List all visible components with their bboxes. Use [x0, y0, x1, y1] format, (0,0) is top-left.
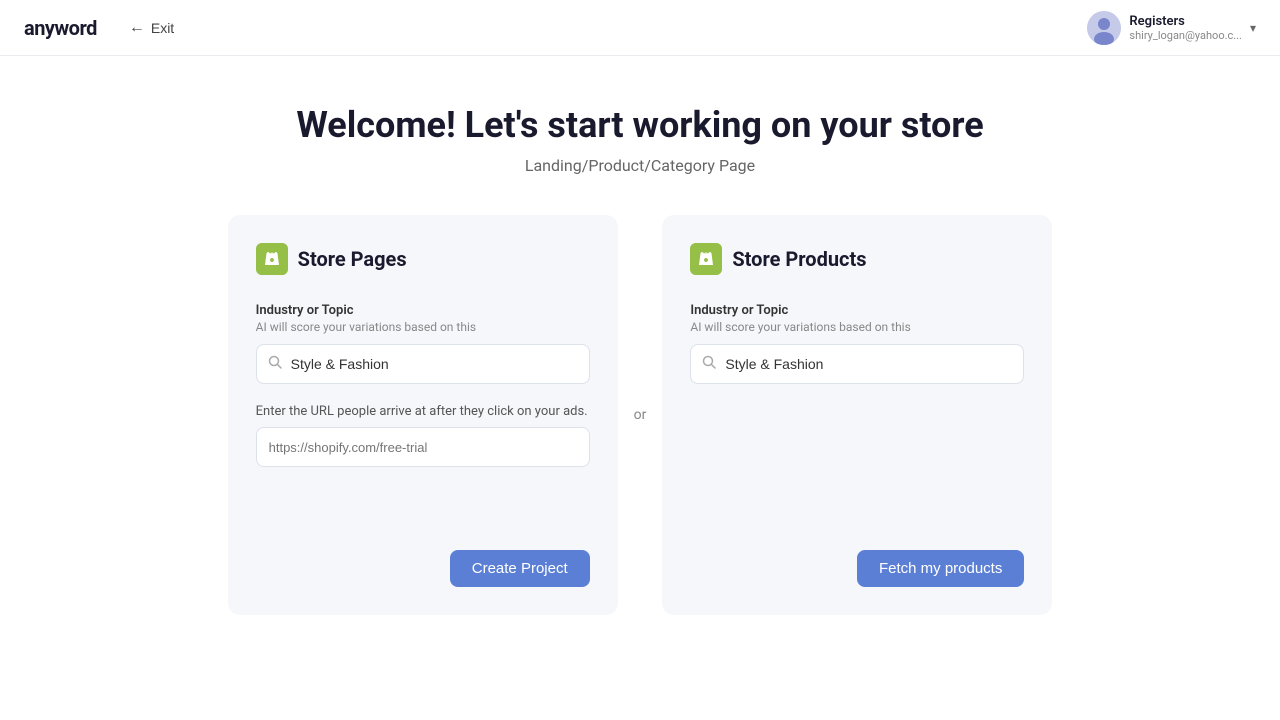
header: anyword ← Exit Registers shiry_logan@yah…: [0, 0, 1280, 56]
store-pages-card-header: Store Pages: [256, 243, 590, 275]
user-name: Registers: [1129, 14, 1242, 29]
industry-field-products: Industry or Topic AI will score your var…: [690, 303, 1024, 404]
url-input[interactable]: [256, 427, 590, 467]
store-products-title: Store Products: [732, 247, 866, 271]
search-icon-products: [702, 355, 716, 373]
shopify-pages-icon: [256, 243, 288, 275]
avatar: [1087, 11, 1121, 45]
industry-input-wrapper-products: [690, 344, 1024, 384]
industry-input-products[interactable]: [690, 344, 1024, 384]
industry-input-wrapper-pages: [256, 344, 590, 384]
or-divider: or: [618, 407, 663, 423]
fetch-products-button[interactable]: Fetch my products: [857, 550, 1024, 587]
user-email: shiry_logan@yahoo.c...: [1129, 29, 1242, 42]
url-field: Enter the URL people arrive at after the…: [256, 404, 590, 467]
shopify-products-icon: [690, 243, 722, 275]
store-pages-card: Store Pages Industry or Topic AI will sc…: [228, 215, 618, 615]
store-products-card: Store Products Industry or Topic AI will…: [662, 215, 1052, 615]
user-info: Registers shiry_logan@yahoo.c...: [1129, 14, 1242, 42]
page-subtitle: Landing/Product/Category Page: [525, 156, 755, 175]
store-products-footer: Fetch my products: [690, 530, 1024, 587]
industry-input-pages[interactable]: [256, 344, 590, 384]
industry-hint-pages: AI will score your variations based on t…: [256, 320, 590, 334]
exit-label: Exit: [151, 20, 174, 36]
header-left: anyword ← Exit: [24, 15, 182, 41]
logo: anyword: [24, 16, 97, 40]
search-icon-pages: [268, 355, 282, 373]
page-title: Welcome! Let's start working on your sto…: [296, 104, 983, 146]
industry-label-products: Industry or Topic: [690, 303, 1024, 318]
main-content: Welcome! Let's start working on your sto…: [0, 56, 1280, 639]
user-menu[interactable]: Registers shiry_logan@yahoo.c... ▾: [1087, 11, 1256, 45]
industry-hint-products: AI will score your variations based on t…: [690, 320, 1024, 334]
exit-button[interactable]: ← Exit: [121, 15, 182, 41]
create-project-button[interactable]: Create Project: [450, 550, 590, 587]
store-pages-footer: Create Project: [256, 530, 590, 587]
industry-label-pages: Industry or Topic: [256, 303, 590, 318]
store-pages-title: Store Pages: [298, 247, 407, 271]
industry-field-pages: Industry or Topic AI will score your var…: [256, 303, 590, 404]
exit-arrow-icon: ←: [129, 19, 145, 37]
chevron-down-icon: ▾: [1250, 21, 1256, 35]
cards-container: Store Pages Industry or Topic AI will sc…: [120, 215, 1160, 615]
url-label: Enter the URL people arrive at after the…: [256, 404, 590, 419]
store-products-card-header: Store Products: [690, 243, 1024, 275]
